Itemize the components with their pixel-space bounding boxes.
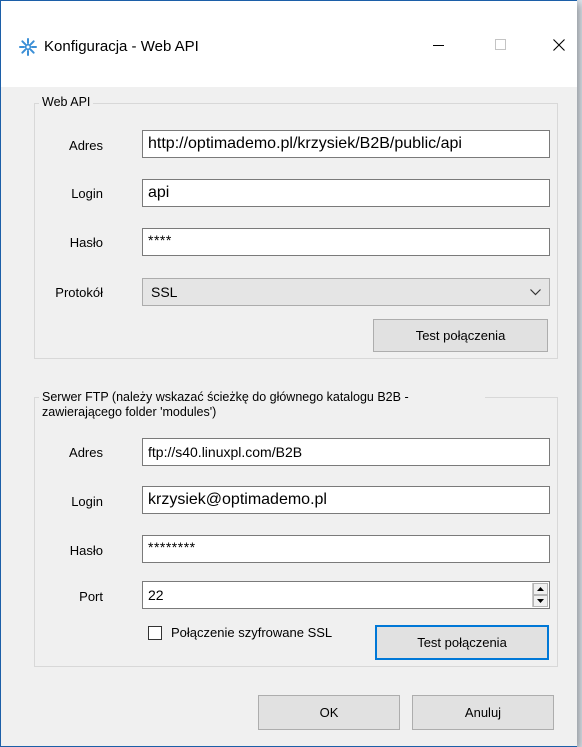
ftp-address-label: Adres xyxy=(69,445,103,460)
webapi-password-label: Hasło xyxy=(69,235,103,250)
webapi-login-input[interactable]: api xyxy=(142,179,550,207)
minimize-icon xyxy=(433,45,444,46)
ftp-password-label: Hasło xyxy=(69,543,103,558)
ftp-group-legend: Serwer FTP (należy wskazać ścieżkę do gł… xyxy=(39,390,485,420)
cancel-button[interactable]: Anuluj xyxy=(412,695,554,730)
close-icon xyxy=(553,39,565,51)
ssl-checkbox[interactable] xyxy=(148,626,162,640)
webapi-test-connection-button[interactable]: Test połączenia xyxy=(373,319,548,352)
ok-button[interactable]: OK xyxy=(258,695,400,730)
maximize-icon xyxy=(495,39,506,50)
ftp-port-input[interactable]: 22 xyxy=(142,581,550,609)
webapi-protocol-value: SSL xyxy=(151,284,178,300)
dialog-window: Konfiguracja - Web API Web API Adres htt… xyxy=(0,0,577,747)
ftp-login-input[interactable]: krzysiek@optimademo.pl xyxy=(142,486,550,514)
window-title: Konfiguracja - Web API xyxy=(44,38,199,55)
close-button[interactable] xyxy=(536,25,582,65)
triangle-down-icon xyxy=(537,599,544,603)
ftp-address-input[interactable]: ftp://s40.linuxpl.com/B2B xyxy=(142,438,550,466)
spin-up-button[interactable] xyxy=(533,583,548,595)
webapi-password-input[interactable]: **** xyxy=(142,228,550,256)
ssl-checkbox-label[interactable]: Połączenie szyfrowane SSL xyxy=(171,625,332,641)
webapi-protocol-label: Protokół xyxy=(55,285,103,300)
ftp-test-connection-button[interactable]: Test połączenia xyxy=(375,625,549,660)
chevron-down-icon xyxy=(530,279,541,305)
gear-snowflake-icon xyxy=(18,37,38,57)
webapi-group-legend: Web API xyxy=(39,95,94,110)
ftp-port-label: Port xyxy=(79,589,103,604)
spin-down-button[interactable] xyxy=(533,595,548,607)
maximize-button[interactable] xyxy=(478,25,524,65)
ftp-login-label: Login xyxy=(71,494,103,509)
ftp-password-input[interactable]: ******** xyxy=(142,535,550,563)
minimize-button[interactable] xyxy=(416,25,462,65)
port-spinner[interactable] xyxy=(532,583,548,607)
webapi-login-label: Login xyxy=(71,186,103,201)
webapi-protocol-select[interactable]: SSL xyxy=(142,278,550,306)
title-bar[interactable]: Konfiguracja - Web API xyxy=(1,1,577,87)
triangle-up-icon xyxy=(537,587,544,591)
webapi-address-label: Adres xyxy=(69,138,103,153)
webapi-address-input[interactable]: http://optimademo.pl/krzysiek/B2B/public… xyxy=(142,130,550,158)
ftp-port-value: 22 xyxy=(148,587,164,603)
